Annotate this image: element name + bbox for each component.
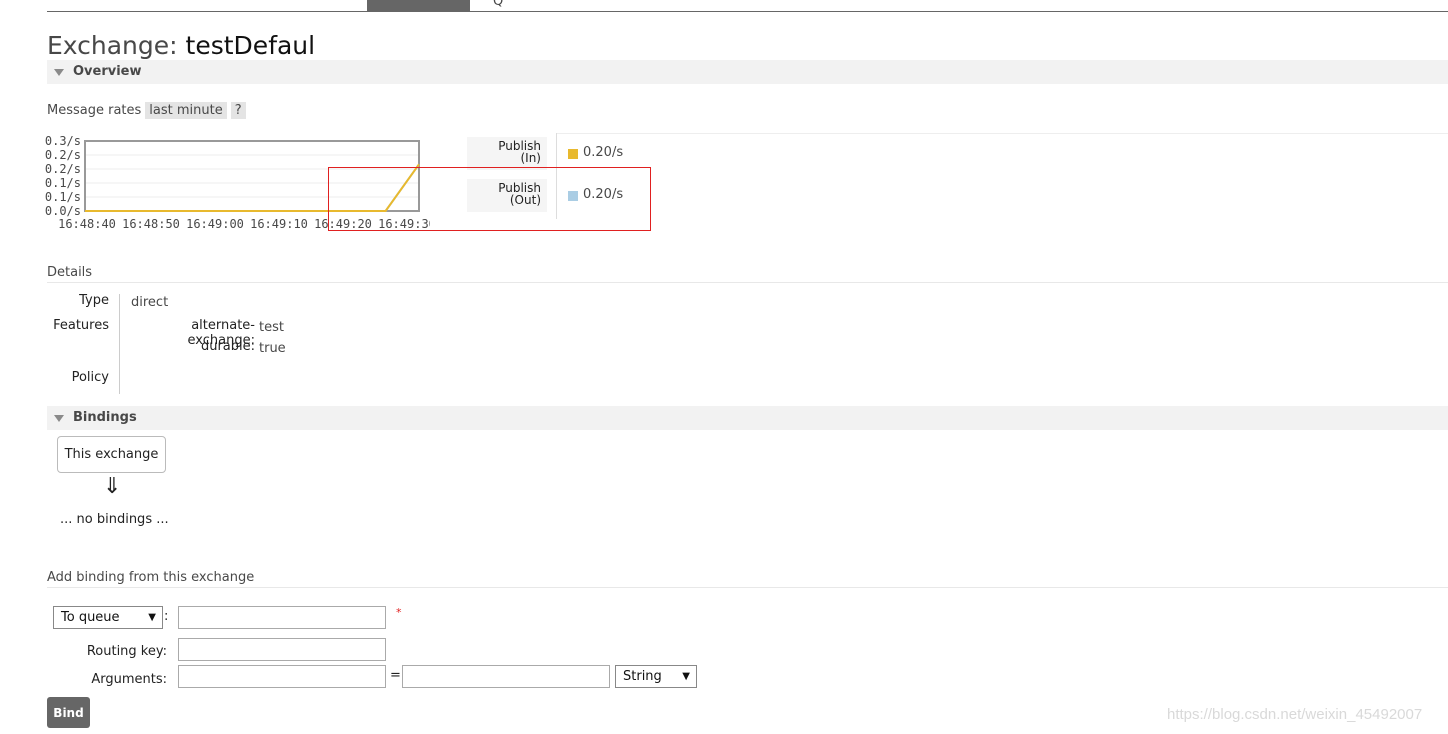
bind-button[interactable]: Bind bbox=[47, 697, 90, 728]
exchange-name: testDefaul bbox=[185, 31, 316, 60]
y-tick-label: 0.0/s bbox=[45, 204, 81, 218]
nav-tab-queues[interactable]: Q bbox=[493, 0, 503, 9]
type-value: direct bbox=[131, 295, 169, 310]
y-tick-label: 0.2/s bbox=[45, 162, 81, 176]
collapse-triangle-icon bbox=[54, 415, 64, 422]
policy-label: Policy bbox=[71, 370, 109, 385]
x-tick-label: 16:49:00 bbox=[186, 217, 244, 231]
nav-tab-exchanges-active[interactable] bbox=[367, 0, 470, 11]
routing-key-input[interactable] bbox=[178, 638, 386, 661]
details-heading: Details bbox=[47, 265, 93, 280]
equals-sign: = bbox=[390, 668, 401, 683]
message-rates-label: Message rates bbox=[47, 102, 142, 118]
legend-divider-top bbox=[557, 133, 1448, 134]
dropdown-arrow-icon: ▼ bbox=[682, 671, 690, 682]
overview-section-label: Overview bbox=[73, 64, 142, 79]
colon-separator: : bbox=[164, 609, 169, 624]
legend-label-publish-in: Publish (In) bbox=[467, 137, 548, 170]
required-marker: * bbox=[396, 606, 402, 619]
annotation-highlight-box bbox=[328, 167, 651, 231]
legend-value-publish-in: 0.20/s bbox=[583, 145, 624, 160]
add-binding-heading: Add binding from this exchange bbox=[47, 570, 255, 585]
top-nav-rule bbox=[47, 11, 1448, 12]
destination-type-value: To queue bbox=[61, 610, 120, 625]
dropdown-arrow-icon: ▼ bbox=[148, 612, 156, 623]
no-bindings-text: ... no bindings ... bbox=[60, 512, 169, 527]
add-binding-rule bbox=[47, 587, 1448, 588]
y-tick-label: 0.1/s bbox=[45, 190, 81, 204]
down-arrow-icon: ⇓ bbox=[103, 474, 122, 499]
destination-input[interactable] bbox=[178, 606, 386, 629]
page-title: Exchange: testDefaul bbox=[47, 30, 315, 62]
arguments-label: Arguments: bbox=[91, 672, 167, 687]
x-tick-label: 16:49:10 bbox=[250, 217, 308, 231]
feature-value-durable: true bbox=[259, 341, 286, 356]
feature-value-alternate-exchange: test bbox=[259, 320, 284, 335]
overview-section-toggle[interactable]: Overview bbox=[47, 60, 1448, 84]
details-rule bbox=[47, 282, 1448, 283]
argument-type-value: String bbox=[623, 669, 662, 684]
argument-type-select[interactable]: String ▼ bbox=[615, 665, 697, 688]
legend-label-line: (In) bbox=[520, 151, 541, 165]
this-exchange-box: This exchange bbox=[57, 436, 166, 473]
y-tick-label: 0.1/s bbox=[45, 176, 81, 190]
routing-key-label: Routing key: bbox=[86, 644, 167, 659]
watermark: https://blog.csdn.net/weixin_45492007 bbox=[1167, 706, 1423, 723]
legend-swatch-publish-in bbox=[568, 149, 578, 159]
x-tick-label: 16:48:50 bbox=[122, 217, 180, 231]
bindings-section-toggle[interactable]: Bindings bbox=[47, 406, 1448, 430]
rates-range-selector[interactable]: last minute bbox=[145, 101, 227, 119]
bindings-section-label: Bindings bbox=[73, 410, 137, 425]
message-rates-row: Message rates last minute ? bbox=[47, 101, 246, 119]
x-tick-label: 16:48:40 bbox=[58, 217, 116, 231]
argument-value-input[interactable] bbox=[402, 665, 610, 688]
features-label: Features bbox=[53, 318, 109, 333]
argument-key-input[interactable] bbox=[178, 665, 386, 688]
y-tick-label: 0.2/s bbox=[45, 148, 81, 162]
details-divider bbox=[119, 294, 120, 394]
y-tick-label: 0.3/s bbox=[45, 134, 81, 148]
feature-key-durable: durable: bbox=[200, 339, 255, 354]
type-label: Type bbox=[79, 293, 109, 308]
page-title-prefix: Exchange: bbox=[47, 31, 178, 60]
destination-type-select[interactable]: To queue ▼ bbox=[53, 606, 163, 629]
help-button[interactable]: ? bbox=[230, 101, 246, 119]
collapse-triangle-icon bbox=[54, 69, 64, 76]
